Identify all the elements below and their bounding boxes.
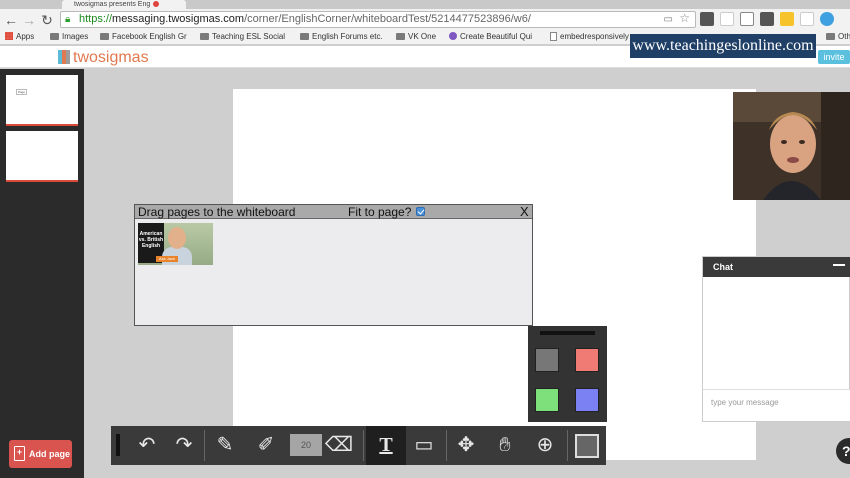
bookmark-label: VK One <box>408 32 437 41</box>
bookmark-quiz[interactable]: Create Beautiful Qui <box>449 30 532 44</box>
folder-icon <box>826 33 835 40</box>
color-swatch-red[interactable] <box>575 348 599 372</box>
page-thumbnail[interactable] <box>6 131 78 182</box>
dialog-titlebar[interactable]: Drag pages to the whiteboard Fit to page… <box>135 205 532 219</box>
page-thumbnail[interactable]: Page <box>6 75 78 126</box>
add-page-button[interactable]: + Add page <box>9 440 72 468</box>
invite-button[interactable]: invite <box>818 50 850 64</box>
add-page-label: Add page <box>29 449 71 459</box>
bookmark-label: Teaching ESL Social <box>212 32 286 41</box>
zoom-icon[interactable]: ⊕ <box>525 426 565 465</box>
help-button[interactable]: ? <box>836 438 850 464</box>
extension-icon[interactable] <box>820 12 834 26</box>
bookmark-label: Images <box>62 32 89 41</box>
pan-hand-icon[interactable]: ✋︎ <box>485 426 525 465</box>
bookmark-label: Create Beautiful Qui <box>460 32 533 41</box>
thumbnail-badge: Ask Jack <box>156 256 178 262</box>
tab-title: twosigmas presents Eng <box>74 1 151 8</box>
extension-icon[interactable] <box>780 12 794 26</box>
bookmark-folder[interactable]: English Forums etc. <box>300 30 383 44</box>
chat-input[interactable]: type your message <box>703 389 850 421</box>
extension-icon[interactable] <box>800 12 814 26</box>
chat-panel: Chat type your message <box>702 256 850 422</box>
watermark: www.teachingeslonline.com <box>630 34 816 58</box>
url-scheme: https:// <box>79 13 113 25</box>
color-swatch-gray[interactable] <box>535 348 559 372</box>
folder-icon <box>396 33 405 40</box>
browser-tab[interactable]: twosigmas presents Eng <box>62 0 186 9</box>
chat-header[interactable]: Chat <box>703 257 850 277</box>
marker-icon[interactable]: ✐ <box>246 426 286 465</box>
drawing-toolbar: ↶ ↷ ✎ ✐ 20 ⌫ T ▭ ✥ ✋︎ ⊕ <box>111 426 606 465</box>
bookmark-doc[interactable]: embedresponsively <box>550 30 629 44</box>
folder-icon <box>300 33 309 40</box>
fit-to-page-label: Fit to page? <box>348 205 412 219</box>
pencil-icon[interactable]: ✎ <box>205 426 245 465</box>
toolbar-divider <box>363 430 364 461</box>
color-picker-handle[interactable] <box>540 331 595 335</box>
close-dialog-button[interactable]: X <box>520 205 529 219</box>
forward-arrow-icon[interactable]: → <box>21 12 37 28</box>
toolbar-handle[interactable] <box>116 434 120 456</box>
thumbnail-face <box>168 227 186 249</box>
bookmark-folder[interactable]: Oth <box>826 30 850 44</box>
dialog-title: Drag pages to the whiteboard <box>138 205 296 219</box>
bookmark-folder[interactable]: Images <box>50 30 88 44</box>
square-shape <box>575 433 599 458</box>
add-page-icon: + <box>14 446 25 461</box>
bookmark-label: English Forums etc. <box>312 32 383 41</box>
brush-size-field[interactable]: 20 <box>290 434 322 456</box>
apps-icon <box>5 32 13 40</box>
logo-text: twosigmas <box>73 49 149 66</box>
bookmark-label: Apps <box>16 32 35 41</box>
bookmark-apps[interactable]: Apps <box>5 30 34 44</box>
bookmark-folder[interactable]: Teaching ESL Social <box>200 30 285 44</box>
extension-icon[interactable] <box>700 12 714 26</box>
browser-tabstrip: twosigmas presents Eng <box>0 0 850 9</box>
bookmark-label: Facebook English Gr <box>112 32 187 41</box>
bookmark-folder[interactable]: VK One <box>396 30 436 44</box>
quiz-icon <box>449 32 457 40</box>
camera-icon[interactable]: ▭ <box>664 12 673 27</box>
draggable-page-thumbnail[interactable]: American vs. British English Ask Jack <box>138 223 213 265</box>
address-bar[interactable]: 🔒︎ https://messaging.twosigmas.com/corner… <box>60 11 696 28</box>
redo-icon[interactable]: ↷ <box>164 426 204 465</box>
url-path: /corner/EnglishCorner/whiteboardTest/521… <box>244 13 531 25</box>
extension-icon[interactable] <box>720 12 734 26</box>
folder-icon <box>100 33 109 40</box>
undo-icon[interactable]: ↶ <box>127 426 167 465</box>
color-picker <box>528 326 607 422</box>
bookmark-star-icon[interactable]: ☆ <box>679 12 690 26</box>
logo-mark-icon <box>58 50 70 64</box>
chat-title: Chat <box>713 262 733 272</box>
bookmark-folder[interactable]: Facebook English Gr <box>100 30 187 44</box>
fit-to-page-checkbox[interactable] <box>416 207 425 216</box>
doc-icon <box>550 32 557 41</box>
thumbnail-label: Page <box>16 89 28 95</box>
open-folder-icon[interactable]: ▭ <box>404 426 444 465</box>
square-icon[interactable] <box>567 426 607 465</box>
text-tool-icon[interactable]: T <box>366 426 406 465</box>
recording-dot-icon <box>153 1 160 8</box>
bookmark-label: embedresponsively <box>560 32 629 41</box>
move-icon[interactable]: ✥ <box>446 426 486 465</box>
app-logo: twosigmas <box>58 49 149 67</box>
reload-icon[interactable]: ↻ <box>39 12 55 28</box>
folder-icon <box>50 33 59 40</box>
url-host: messaging.twosigmas.com <box>112 13 245 25</box>
bookmark-label: Oth <box>838 32 850 41</box>
color-swatch-blue[interactable] <box>575 388 599 412</box>
back-arrow-icon[interactable]: ← <box>3 12 19 28</box>
webcam-video <box>733 92 850 200</box>
page-sidebar: Page <box>0 69 84 478</box>
lock-icon: 🔒︎ <box>65 14 71 25</box>
folder-icon <box>200 33 209 40</box>
drag-pages-dialog: Drag pages to the whiteboard Fit to page… <box>134 204 533 326</box>
color-swatch-green[interactable] <box>535 388 559 412</box>
extension-icon[interactable] <box>760 12 774 26</box>
extension-icon[interactable] <box>740 12 754 26</box>
minimize-icon[interactable] <box>833 264 845 266</box>
eraser-icon[interactable]: ⌫ <box>319 426 359 465</box>
